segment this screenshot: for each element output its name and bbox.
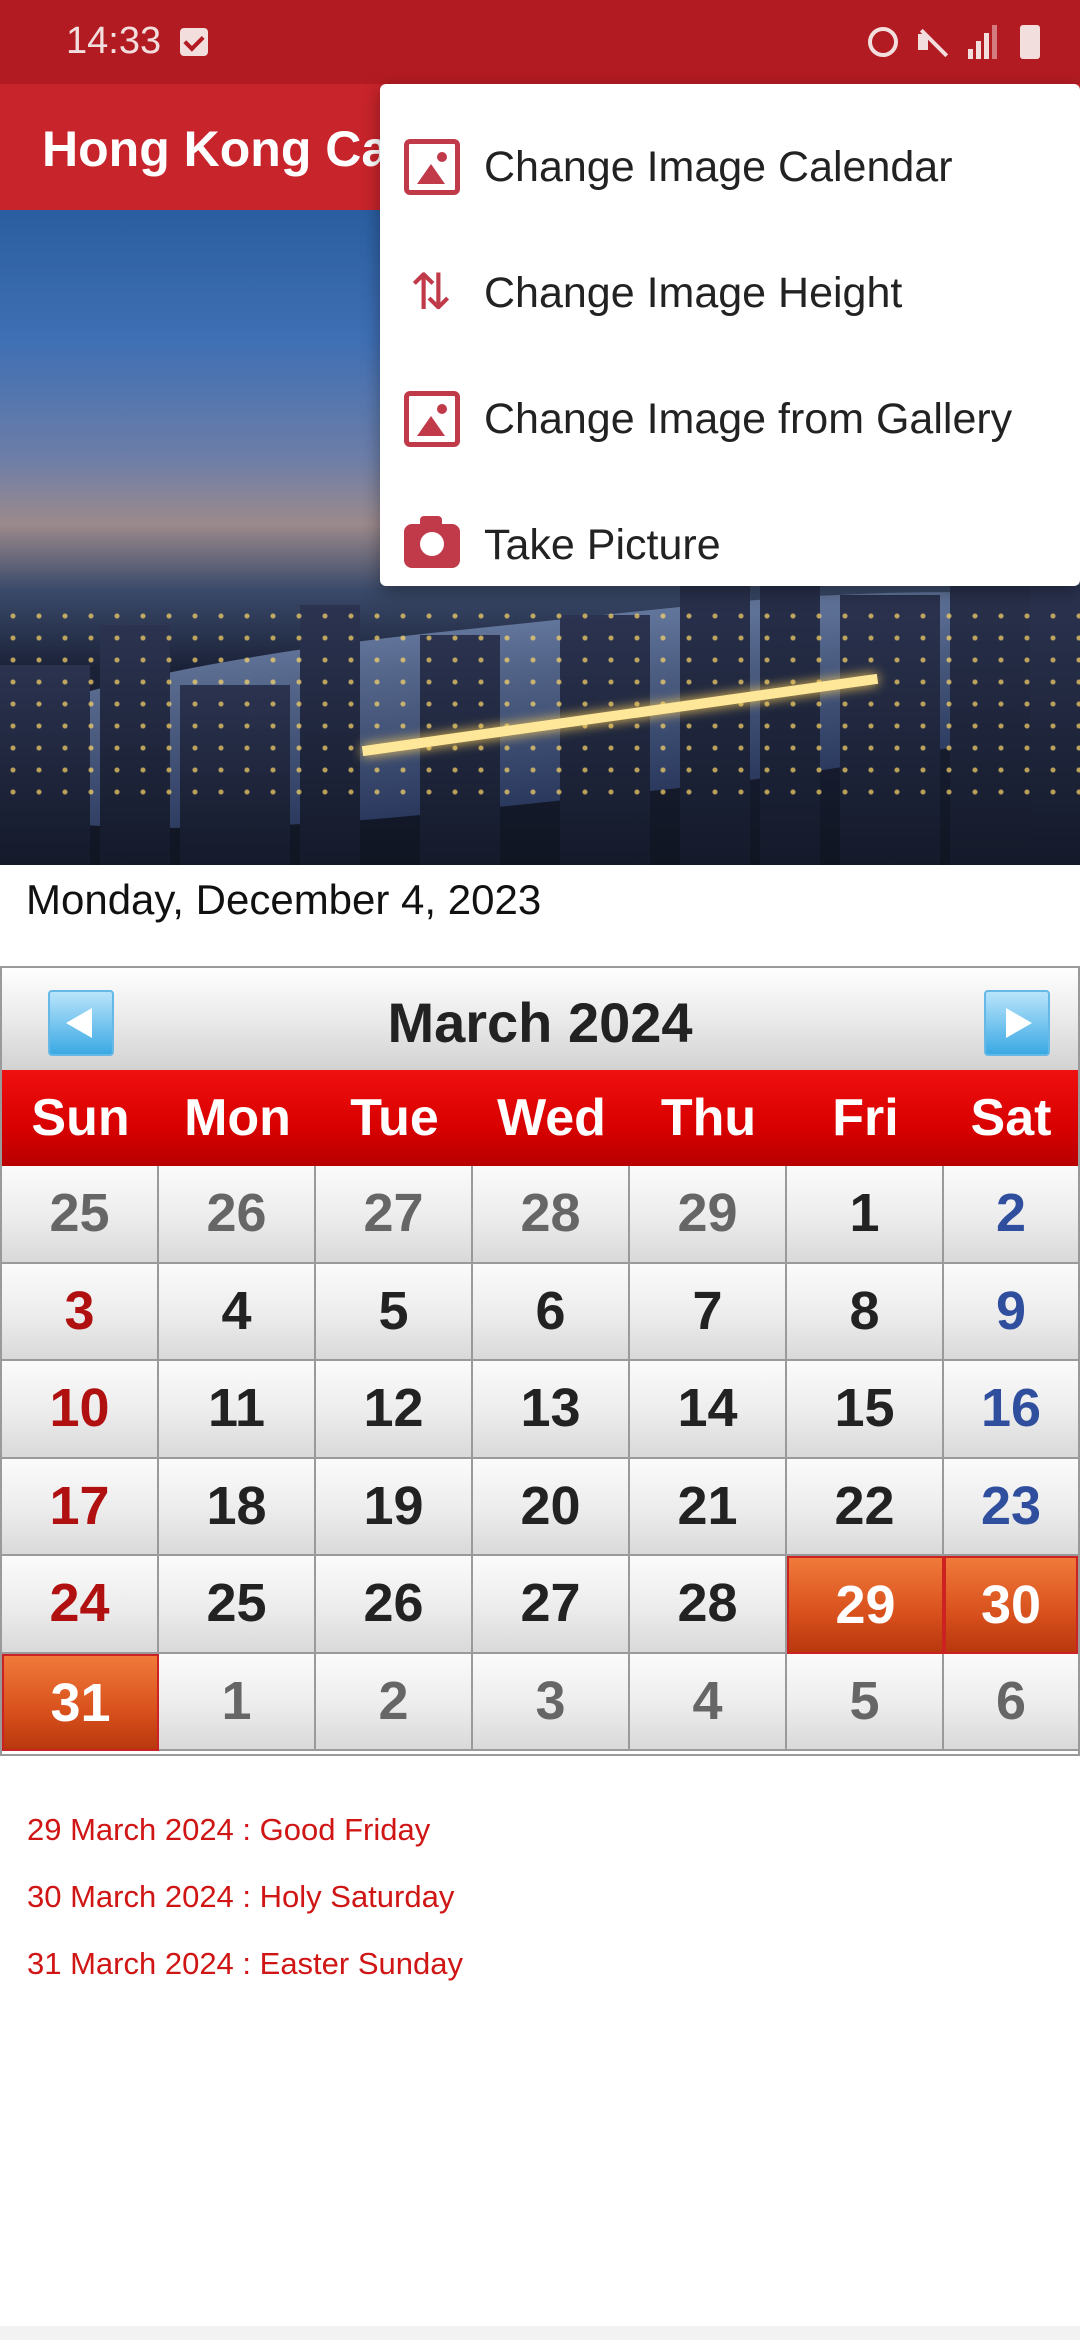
day-cell[interactable]: 7 [630,1263,787,1361]
checkbox-notification-icon [180,28,208,56]
day-cell[interactable]: 5 [316,1263,473,1361]
holiday-item: 30 March 2024 : Holy Saturday [27,1879,455,1914]
calendar-header: March 2024 [2,968,1078,1070]
day-cell[interactable]: 3 [2,1263,159,1361]
calendar-week-row: 31 1 2 3 4 5 6 [2,1653,1078,1751]
mute-icon [916,25,950,59]
day-cell[interactable]: 14 [630,1361,787,1459]
calendar-week-row: 10 11 12 13 14 15 16 [2,1361,1078,1459]
day-cell[interactable]: 2 [316,1653,473,1751]
holiday-item: 31 March 2024 : Easter Sunday [27,1946,463,1981]
weekday-label: Wed [497,1089,606,1147]
day-cell[interactable]: 6 [473,1263,630,1361]
day-cell[interactable]: 24 [2,1556,159,1654]
calendar-week-row: 24 25 26 27 28 29 30 [2,1556,1078,1654]
menu-item-label: Change Image from Gallery [484,394,1013,443]
weekday-label: Fri [832,1089,899,1147]
day-cell[interactable]: 2 [944,1166,1078,1264]
day-cell[interactable]: 6 [944,1653,1078,1751]
menu-item-label: Take Picture [484,520,721,569]
alarm-icon [868,27,898,57]
day-cell[interactable]: 29 [630,1166,787,1264]
day-cell[interactable]: 22 [787,1458,944,1556]
weekday-label: Mon [184,1089,291,1147]
month-calendar: March 2024 Sun Mon Tue Wed Thu Fri Sat 2… [0,966,1080,1756]
status-icons [868,22,1040,62]
holiday-day-cell[interactable]: 29 [787,1556,944,1654]
holiday-day-cell[interactable]: 31 [2,1653,159,1751]
calendar-week-row: 25 26 27 28 29 1 2 [2,1166,1078,1264]
day-cell[interactable]: 3 [473,1653,630,1751]
day-cell[interactable]: 16 [944,1361,1078,1459]
calendar-grid: 25 26 27 28 29 1 2 3 4 5 6 7 8 9 10 11 1… [2,1166,1078,1751]
day-cell[interactable]: 13 [473,1361,630,1459]
day-cell[interactable]: 5 [787,1653,944,1751]
day-cell[interactable]: 28 [630,1556,787,1654]
menu-item-change-image-from-gallery[interactable]: Change Image from Gallery [380,356,1080,482]
calendar-week-row: 3 4 5 6 7 8 9 [2,1263,1078,1361]
day-cell[interactable]: 25 [159,1556,316,1654]
today-date-label: Monday, December 4, 2023 [26,876,542,923]
day-cell[interactable]: 28 [473,1166,630,1264]
calendar-week-row: 17 18 19 20 21 22 23 [2,1458,1078,1556]
day-cell[interactable]: 19 [316,1458,473,1556]
weekday-label: Sun [31,1089,130,1147]
day-cell[interactable]: 27 [473,1556,630,1654]
navigation-bar [0,2326,1080,2340]
battery-icon [1020,25,1040,59]
day-cell[interactable]: 4 [630,1653,787,1751]
day-cell[interactable]: 23 [944,1458,1078,1556]
day-cell[interactable]: 21 [630,1458,787,1556]
camera-icon [404,516,460,568]
day-cell[interactable]: 4 [159,1263,316,1361]
status-bar: 14:33 [0,0,1080,84]
day-cell[interactable]: 17 [2,1458,159,1556]
weekday-label: Tue [350,1089,439,1147]
weekday-label: Sat [970,1089,1052,1147]
weekday-header: Sun Mon Tue Wed Thu Fri Sat [2,1070,1078,1166]
weekday-label: Thu [660,1089,757,1147]
swap-vertical-icon [404,263,460,321]
holiday-list: 29 March 2024 : Good Friday 30 March 202… [27,1812,463,2013]
day-cell[interactable]: 20 [473,1458,630,1556]
day-cell[interactable]: 26 [159,1166,316,1264]
day-cell[interactable]: 9 [944,1263,1078,1361]
image-icon [404,391,460,447]
day-cell[interactable]: 26 [316,1556,473,1654]
day-cell[interactable]: 10 [2,1361,159,1459]
overflow-menu: Change Image Calendar Change Image Heigh… [380,84,1080,586]
holiday-item: 29 March 2024 : Good Friday [27,1812,431,1847]
status-time: 14:33 [66,20,162,62]
day-cell[interactable]: 18 [159,1458,316,1556]
day-cell[interactable]: 8 [787,1263,944,1361]
month-title: March 2024 [387,991,693,1054]
day-cell[interactable]: 15 [787,1361,944,1459]
day-cell[interactable]: 11 [159,1361,316,1459]
menu-item-label: Change Image Height [484,268,903,317]
menu-item-take-picture[interactable]: Take Picture [380,482,1080,608]
menu-item-change-image-height[interactable]: Change Image Height [380,230,1080,356]
menu-item-label: Change Image Calendar [484,142,953,191]
image-icon [404,139,460,195]
day-cell[interactable]: 12 [316,1361,473,1459]
holiday-day-cell[interactable]: 30 [944,1556,1078,1654]
day-cell[interactable]: 27 [316,1166,473,1264]
day-cell[interactable]: 1 [787,1166,944,1264]
day-cell[interactable]: 1 [159,1653,316,1751]
signal-icon [968,25,1002,59]
menu-item-change-image-calendar[interactable]: Change Image Calendar [380,104,1080,230]
day-cell[interactable]: 25 [2,1166,159,1264]
next-month-button[interactable] [984,990,1050,1056]
